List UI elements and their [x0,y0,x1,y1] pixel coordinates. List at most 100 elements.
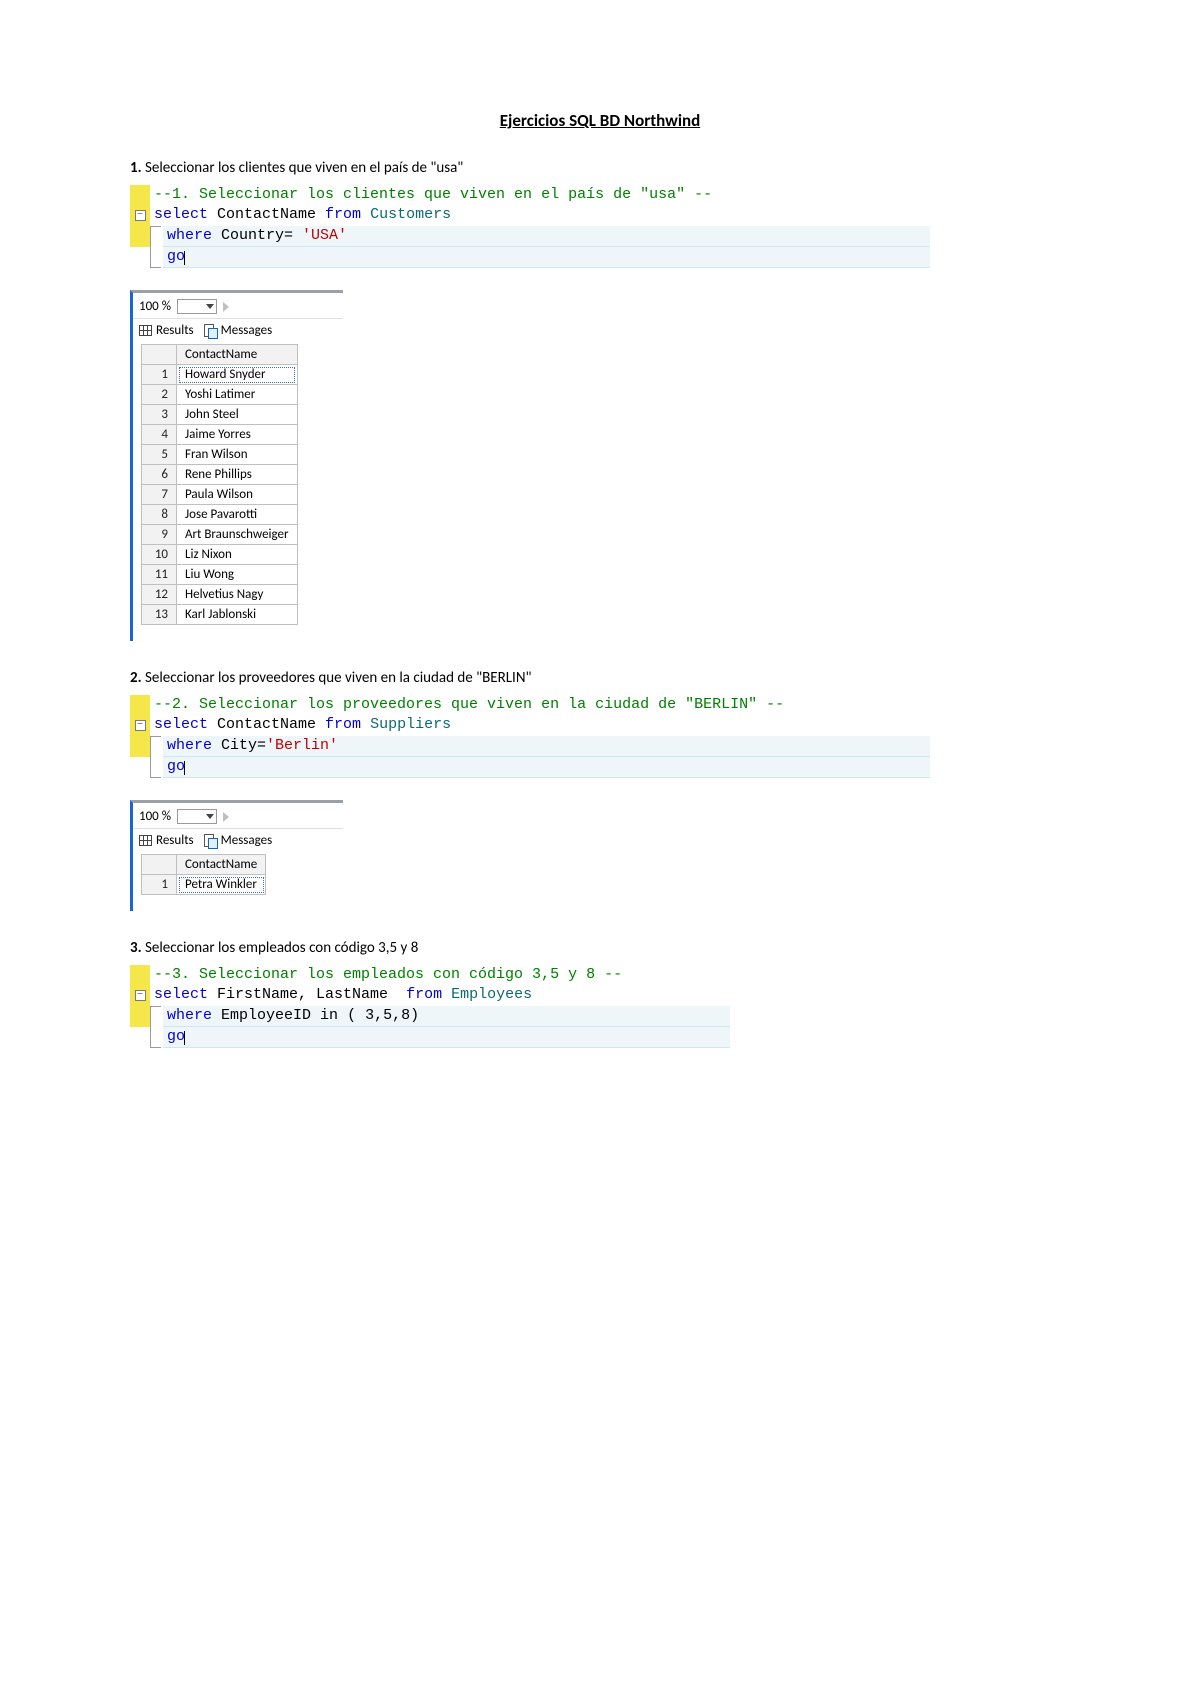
sql-line: where City='Berlin' [163,736,930,757]
table-row: 11Liu Wong [142,565,298,585]
question-2: 2. Seleccionar los proveedores que viven… [130,669,1070,687]
corner-cell [142,345,177,365]
zoom-level: 100 % [139,809,171,824]
tab-messages[interactable]: Messages [204,833,273,848]
fold-bracket [150,757,161,778]
editor-gutter [130,1027,150,1048]
cell[interactable]: John Steel [177,405,298,425]
editor-gutter [130,695,150,715]
fold-bracket [150,736,161,757]
table-row: 1Howard Snyder [142,365,298,385]
zoom-dropdown[interactable] [177,299,217,314]
document-page: Ejercicios SQL BD Northwind 1. Seleccion… [0,0,1200,1698]
text-cursor [184,1031,185,1045]
tab-results[interactable]: Results [139,833,194,848]
table-row: 13Karl Jablonski [142,605,298,625]
messages-icon [204,834,217,847]
zoom-row: 100 % [133,293,343,318]
cell[interactable]: Howard Snyder [177,365,298,385]
question-1-text: Seleccionar los clientes que viven en el… [145,159,463,177]
cell[interactable]: Petra Winkler [177,875,266,895]
page-title: Ejercicios SQL BD Northwind [130,110,1070,131]
sql-comment: --2. Seleccionar los proveedores que viv… [150,695,930,715]
editor-gutter: − [130,985,150,1005]
editor-gutter [130,185,150,205]
editor-gutter [130,1006,150,1027]
zoom-level: 100 % [139,299,171,314]
sql-line: go [163,1027,730,1048]
column-header[interactable]: ContactName [177,855,266,875]
editor-gutter [130,226,150,247]
fold-bracket [150,1027,161,1048]
cell[interactable]: Jose Pavarotti [177,505,298,525]
question-2-text: Seleccionar los proveedores que viven en… [145,669,532,687]
table-row: 5Fran Wilson [142,445,298,465]
fold-toggle-icon[interactable]: − [135,990,146,1001]
messages-icon [204,324,217,337]
cell[interactable]: Jaime Yorres [177,425,298,445]
sql-line: select ContactName from Customers [150,205,930,225]
tab-messages[interactable]: Messages [204,323,273,338]
results-panel-2: 100 % Results Messages ContactName 1Petr… [130,800,343,911]
editor-gutter [130,757,150,778]
grid-icon [139,835,152,846]
sql-editor-1: --1. Seleccionar los clientes que viven … [130,185,930,268]
cell[interactable]: Art Braunschweiger [177,525,298,545]
sql-line: select FirstName, LastName from Employee… [150,985,730,1005]
table-row: 7Paula Wilson [142,485,298,505]
results-grid-2: ContactName 1Petra Winkler [141,854,266,895]
cell[interactable]: Paula Wilson [177,485,298,505]
zoom-row: 100 % [133,803,343,828]
fold-toggle-icon[interactable]: − [135,720,146,731]
editor-gutter: − [130,205,150,225]
cell[interactable]: Karl Jablonski [177,605,298,625]
zoom-dropdown[interactable] [177,809,217,824]
column-header[interactable]: ContactName [177,345,298,365]
question-3: 3. Seleccionar los empleados con código … [130,939,1070,957]
sql-line: go [163,247,930,268]
fold-bracket [150,226,161,247]
cell[interactable]: Rene Phillips [177,465,298,485]
sql-comment: --1. Seleccionar los clientes que viven … [150,185,930,205]
grid-icon [139,325,152,336]
fold-toggle-icon[interactable]: − [135,210,146,221]
question-2-number: 2. [130,669,145,687]
fold-bracket [150,1006,161,1027]
results-grid-1: ContactName 1Howard Snyder 2Yoshi Latime… [141,344,298,625]
table-row: 1Petra Winkler [142,875,266,895]
sql-line: where Country= 'USA' [163,226,930,247]
table-row: 4Jaime Yorres [142,425,298,445]
question-3-number: 3. [130,939,145,957]
editor-gutter [130,736,150,757]
chevron-down-icon [206,304,214,309]
cell[interactable]: Liz Nixon [177,545,298,565]
editor-gutter [130,247,150,268]
play-icon [223,302,229,312]
table-row: 12Helvetius Nagy [142,585,298,605]
corner-cell [142,855,177,875]
table-row: 2Yoshi Latimer [142,385,298,405]
results-tabs: Results Messages [133,318,343,344]
text-cursor [184,251,185,265]
question-1: 1. Seleccionar los clientes que viven en… [130,159,1070,177]
results-panel-1: 100 % Results Messages ContactName 1Howa… [130,290,343,641]
editor-gutter [130,965,150,985]
table-row: 10Liz Nixon [142,545,298,565]
table-row: 6Rene Phillips [142,465,298,485]
sql-line: where EmployeeID in ( 3,5,8) [163,1006,730,1027]
play-icon [223,812,229,822]
fold-bracket [150,247,161,268]
sql-editor-3: --3. Seleccionar los empleados con códig… [130,965,730,1048]
table-row: 9Art Braunschweiger [142,525,298,545]
tab-results[interactable]: Results [139,323,194,338]
cell[interactable]: Helvetius Nagy [177,585,298,605]
table-row: 8Jose Pavarotti [142,505,298,525]
cell[interactable]: Liu Wong [177,565,298,585]
sql-comment: --3. Seleccionar los empleados con códig… [150,965,730,985]
cell[interactable]: Yoshi Latimer [177,385,298,405]
table-row: 3John Steel [142,405,298,425]
sql-line: go [163,757,930,778]
question-1-number: 1. [130,159,145,177]
sql-line: select ContactName from Suppliers [150,715,930,735]
cell[interactable]: Fran Wilson [177,445,298,465]
